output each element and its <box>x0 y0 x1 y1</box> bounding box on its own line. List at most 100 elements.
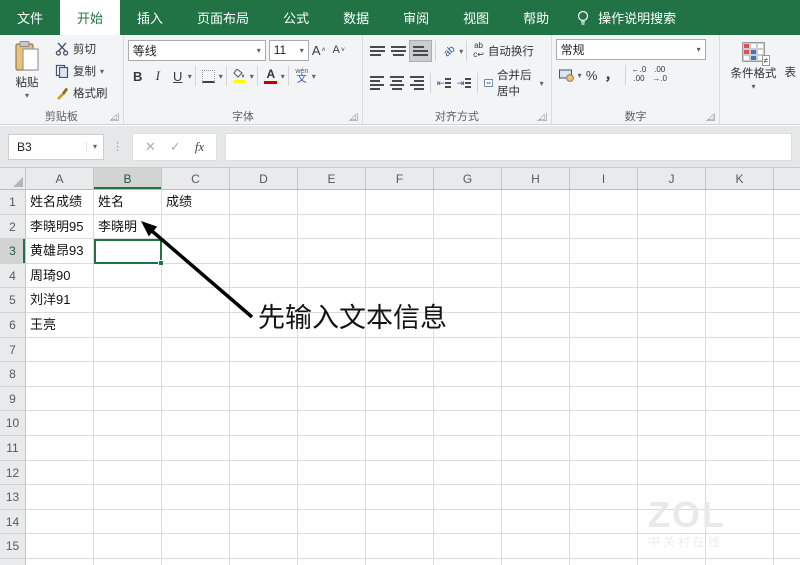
cell-C4[interactable] <box>162 263 230 289</box>
cell-A1[interactable]: 姓名成绩 <box>26 190 94 215</box>
cell-I8[interactable] <box>570 362 638 387</box>
cell-A11[interactable] <box>26 435 94 461</box>
cell-F15[interactable] <box>366 534 434 559</box>
cell-J2[interactable] <box>638 214 706 240</box>
cell-E7[interactable] <box>298 337 366 363</box>
cell-C16[interactable] <box>162 558 230 565</box>
cell-G13[interactable] <box>434 485 502 510</box>
column-header[interactable]: I <box>570 168 638 189</box>
cell-J5[interactable] <box>638 288 706 313</box>
cell-J10[interactable] <box>638 411 706 436</box>
underline-dropdown-icon[interactable]: ▾ <box>188 72 192 81</box>
cell-D15[interactable] <box>230 534 298 559</box>
bold-button[interactable]: B <box>128 65 148 87</box>
cell-K2[interactable] <box>706 214 774 240</box>
cell-L10[interactable] <box>774 411 800 436</box>
cell-J4[interactable] <box>638 263 706 289</box>
bottom-align-button[interactable] <box>409 40 433 62</box>
italic-button[interactable]: I <box>148 65 168 87</box>
align-right-button[interactable] <box>407 72 427 94</box>
cell-H13[interactable] <box>502 485 570 510</box>
cell-K5[interactable] <box>706 288 774 313</box>
row-header[interactable]: 8 <box>0 362 26 387</box>
cell-I12[interactable] <box>570 460 638 486</box>
insert-function-button[interactable]: fx <box>195 139 204 155</box>
cell-J3[interactable] <box>638 239 706 264</box>
cell-I6[interactable] <box>570 312 638 338</box>
cell-F8[interactable] <box>366 362 434 387</box>
cell-A2[interactable]: 李晓明95 <box>26 214 94 240</box>
underline-button[interactable]: U <box>168 65 188 87</box>
cell-H8[interactable] <box>502 362 570 387</box>
formula-input[interactable] <box>225 132 792 161</box>
percent-style-button[interactable]: % <box>582 64 602 86</box>
merge-dropdown-icon[interactable]: ▾ <box>540 79 544 88</box>
column-header[interactable]: C <box>162 168 230 189</box>
orientation-dropdown-icon[interactable]: ▾ <box>459 47 463 56</box>
cell-L15[interactable] <box>774 534 800 559</box>
column-header[interactable]: H <box>502 168 570 189</box>
orientation-button[interactable]: ab <box>439 40 459 62</box>
cell-G14[interactable] <box>434 509 502 535</box>
cell-C11[interactable] <box>162 435 230 461</box>
cell-D1[interactable] <box>230 190 298 215</box>
number-dialog-launcher[interactable]: ◿ <box>706 113 716 121</box>
alignment-dialog-launcher[interactable]: ◿ <box>537 113 547 121</box>
tab-help[interactable]: 帮助 <box>506 0 566 35</box>
cell-C7[interactable] <box>162 337 230 363</box>
cell-L9[interactable] <box>774 387 800 412</box>
number-format-select[interactable]: 常规 ▾ <box>555 39 706 60</box>
cell-H12[interactable] <box>502 460 570 486</box>
row-header[interactable]: 15 <box>0 534 26 559</box>
cell-A7[interactable] <box>26 337 94 363</box>
name-box[interactable]: B3 ▾ <box>8 133 104 160</box>
cell-L6[interactable] <box>774 313 800 338</box>
cancel-entry-button[interactable]: ✕ <box>145 139 156 155</box>
cell-I10[interactable] <box>570 411 638 436</box>
tab-page-layout[interactable]: 页面布局 <box>180 0 266 35</box>
cell-F13[interactable] <box>366 485 434 510</box>
cell-D16[interactable] <box>230 558 298 565</box>
cell-F9[interactable] <box>366 386 434 412</box>
cell-C3[interactable] <box>162 239 230 264</box>
tab-insert[interactable]: 插入 <box>120 0 180 35</box>
cell-F11[interactable] <box>366 435 434 461</box>
cell-A4[interactable]: 周琦90 <box>26 263 94 289</box>
font-name-select[interactable]: 等线 ▾ <box>127 39 266 61</box>
cell-A10[interactable] <box>26 411 94 436</box>
row-header[interactable]: 16 <box>0 558 26 565</box>
cell-C1[interactable]: 成绩 <box>162 190 230 215</box>
cell-F10[interactable] <box>366 411 434 436</box>
cell-F7[interactable] <box>366 337 434 363</box>
cell-K3[interactable] <box>706 239 774 264</box>
cell-E13[interactable] <box>298 485 366 510</box>
middle-align-button[interactable] <box>388 40 409 62</box>
cell-B14[interactable] <box>94 509 162 535</box>
cell-E11[interactable] <box>298 435 366 461</box>
tell-me-search[interactable]: 操作说明搜索 <box>566 0 686 35</box>
fill-color-button[interactable] <box>230 65 250 87</box>
cell-I3[interactable] <box>570 239 638 264</box>
cell-J6[interactable] <box>638 312 706 338</box>
cell-D4[interactable] <box>230 263 298 289</box>
cell-F4[interactable] <box>366 263 434 289</box>
cell-C5[interactable] <box>162 288 230 313</box>
increase-decimal-button[interactable]: ←.0.00 <box>629 64 650 86</box>
cell-H10[interactable] <box>502 411 570 436</box>
format-as-table-partial-label[interactable]: 表 <box>784 64 796 80</box>
cell-H11[interactable] <box>502 435 570 461</box>
cell-D7[interactable] <box>230 337 298 363</box>
column-header[interactable]: E <box>298 168 366 189</box>
cell-L1[interactable] <box>774 190 800 215</box>
cell-K4[interactable] <box>706 263 774 289</box>
comma-style-button[interactable]: ， <box>602 64 622 86</box>
increase-font-size-button[interactable]: A ˄ <box>309 39 329 61</box>
column-header[interactable]: J <box>638 168 706 189</box>
cell-I13[interactable] <box>570 485 638 510</box>
paste-dropdown-icon[interactable]: ▾ <box>25 91 29 100</box>
tab-home[interactable]: 开始 <box>60 0 121 35</box>
select-all-corner[interactable] <box>0 168 26 189</box>
cell-K7[interactable] <box>706 337 774 363</box>
cell-J11[interactable] <box>638 435 706 461</box>
cell-L12[interactable] <box>774 461 800 486</box>
